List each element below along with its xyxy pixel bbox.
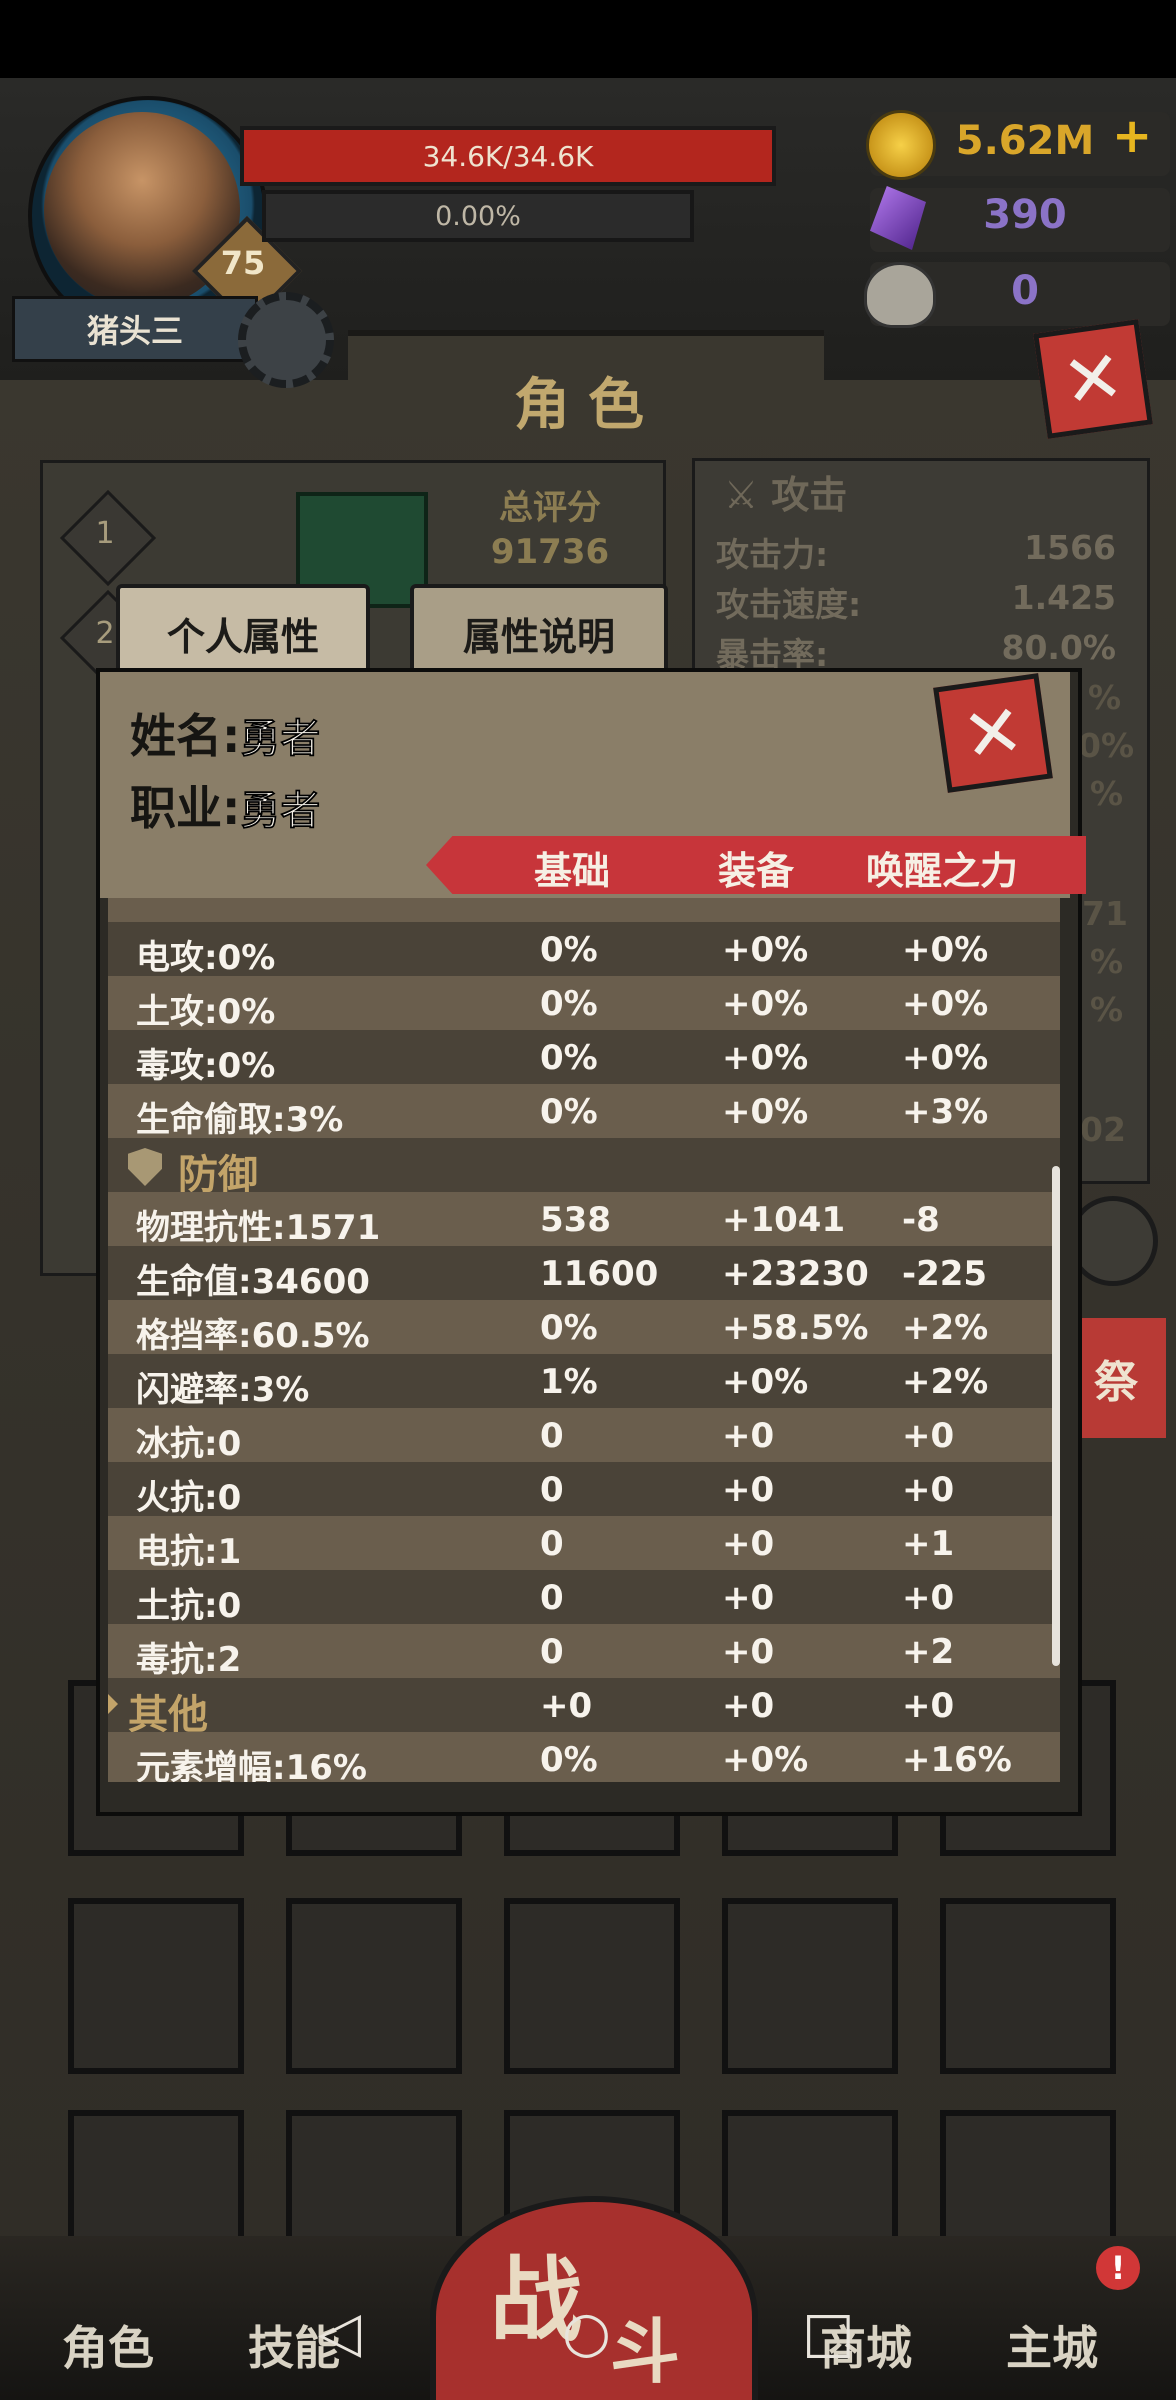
table-row: 毒攻:0% 0% +0% +0% (108, 1030, 1060, 1086)
table-row: 元素增幅:16% 0% +0% +16% (108, 1732, 1060, 1782)
defense-section-header: 防御 (108, 1138, 1060, 1198)
table-row: 生命偷取:3% 0% +0% +3% (108, 1084, 1060, 1140)
gem-amount: 390 (983, 192, 1067, 238)
attributes-table[interactable]: 电攻:0% 0% +0% +0% 土攻:0% 0% +0% +0% 毒攻:0% 0% +0% +0… (108, 898, 1060, 1782)
name-value: 勇者 (240, 716, 321, 763)
inventory-slot[interactable] (722, 1898, 898, 2074)
inventory-slot[interactable] (68, 1898, 244, 2074)
close-page-button[interactable]: ✕ (1033, 319, 1153, 439)
inventory-slot[interactable] (504, 1898, 680, 2074)
score-label: 总评分 (499, 488, 601, 528)
nav-role[interactable]: 角色 (62, 2312, 154, 2378)
page-title: 角色 (514, 373, 662, 438)
table-row: 土攻:0% 0% +0% +0% (108, 976, 1060, 1032)
exp-bar: 0.00% (262, 190, 694, 242)
hp-bar: 34.6K/34.6K (240, 126, 776, 186)
table-row: 电抗:1 0 +0 +1 (108, 1516, 1060, 1572)
shield-icon (128, 1148, 162, 1186)
table-row: 冰抗:0 0 +0 +0 (108, 1408, 1060, 1464)
table-row: 闪避率:3% 1% +0% +2% (108, 1354, 1060, 1410)
close-dialog-button[interactable]: ✕ (933, 673, 1053, 793)
table-row: 土抗:0 0 +0 +0 (108, 1570, 1060, 1626)
partial-value: % (1088, 678, 1122, 717)
attack-stat-row: 攻击力: 1566 (716, 528, 1116, 574)
table-row: 生命值:34600 11600 +23230 -225 (108, 1246, 1060, 1302)
partial-value: 0% (1078, 726, 1135, 765)
home-icon[interactable]: ○ (562, 2300, 611, 2365)
table-row: 电攻:0% 0% +0% +0% (108, 922, 1060, 978)
level-value: 75 (220, 244, 266, 282)
attack-title: ⚔ 攻击 (724, 473, 848, 517)
table-row: 物理抗性:1571 538 +1041 -8 (108, 1192, 1060, 1248)
battle-button[interactable] (430, 2196, 758, 2400)
game-screen: 75 猪头三 34.6K/34.6K 0.00% 5.62M + 390 0 ✕… (0, 0, 1176, 2400)
nav-castle[interactable]: 主城 (1006, 2312, 1098, 2378)
other-awakening: +0 (902, 1686, 955, 1726)
partial-value: % (1090, 774, 1124, 813)
attack-speed-row: 攻击速度: 1.425 (716, 578, 1116, 624)
skull-amount: 0 (1011, 268, 1039, 314)
slot-number-1: 1 (95, 516, 115, 551)
column-equipment: 装备 (718, 849, 795, 893)
column-awakening: 唤醒之力 (866, 849, 1019, 893)
table-row: 毒抗:2 0 +0 +2 (108, 1624, 1060, 1680)
column-base: 基础 (534, 849, 611, 893)
expand-triangle-icon (108, 1694, 118, 1714)
other-section-header[interactable]: 其他 +0 +0 +0 (108, 1678, 1060, 1738)
name-label: 姓名: (130, 709, 241, 763)
job-label: 职业: (130, 781, 241, 835)
table-row: 格挡率:60.5% 0% +58.5% +2% (108, 1300, 1060, 1356)
battle-char-2: 斗 (610, 2311, 680, 2393)
castle-notification-badge: ! (1096, 2246, 1140, 2290)
job-line: 职业:勇者 (130, 772, 321, 838)
partial-value: 02 (1080, 1110, 1126, 1149)
recent-apps-icon[interactable]: □ (802, 2300, 855, 2365)
player-name: 猪头三 (12, 296, 258, 362)
job-value: 勇者 (240, 788, 321, 835)
partial-value: % (1090, 990, 1124, 1029)
inventory-slot[interactable] (940, 1898, 1116, 2074)
partial-value: % (1090, 942, 1124, 981)
gear-icon[interactable] (238, 292, 334, 388)
back-icon[interactable]: ◁ (318, 2300, 361, 2365)
other-base: +0 (540, 1686, 593, 1726)
table-scrollbar[interactable] (1052, 1166, 1060, 1666)
score-value: 91736 (490, 532, 610, 572)
other-equipment: +0 (722, 1686, 775, 1726)
table-row (108, 898, 1060, 922)
add-gold-button[interactable]: + (1112, 108, 1152, 164)
name-line: 姓名:勇者 (130, 700, 321, 766)
table-row: 火抗:0 0 +0 +0 (108, 1462, 1060, 1518)
inventory-slot[interactable] (286, 1898, 462, 2074)
partial-value: 71 (1082, 894, 1128, 933)
swords-icon: ⚔ (724, 473, 772, 517)
